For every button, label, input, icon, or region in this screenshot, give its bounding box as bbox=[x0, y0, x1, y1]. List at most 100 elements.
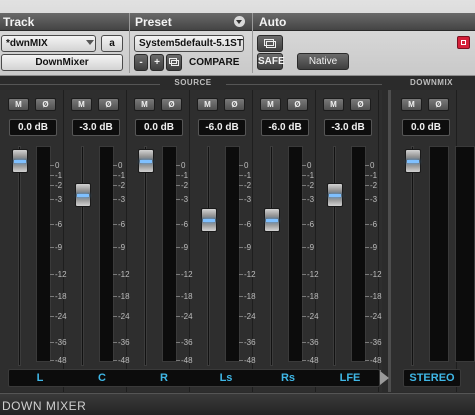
channel-strip-c: MØ-3.0 dB0-1-2-3-6-9-12-18-24-36-48-96 bbox=[65, 90, 130, 392]
scale-tick-mark bbox=[302, 247, 306, 248]
preset-next-button[interactable]: + bbox=[150, 54, 164, 71]
mute-button[interactable]: M bbox=[197, 98, 218, 111]
compare-button[interactable]: COMPARE bbox=[189, 54, 239, 71]
scale-tick-label: 0 bbox=[244, 161, 249, 170]
scale-tick-mark bbox=[239, 224, 243, 225]
header-title-bar: Track Preset Auto bbox=[0, 13, 475, 31]
gain-readout[interactable]: -6.0 dB bbox=[198, 119, 246, 136]
fader-handle[interactable] bbox=[12, 149, 28, 173]
mute-button[interactable]: M bbox=[401, 98, 422, 111]
scale-tick-mark bbox=[50, 247, 54, 248]
mute-button[interactable]: M bbox=[323, 98, 344, 111]
fader-track[interactable] bbox=[144, 146, 147, 366]
scale-tick-mark bbox=[365, 316, 369, 317]
scale-tick-mark bbox=[113, 316, 117, 317]
mute-button[interactable]: M bbox=[134, 98, 155, 111]
channel-name-r: R bbox=[160, 372, 168, 384]
fader-handle[interactable] bbox=[264, 208, 280, 232]
scale-tick-mark bbox=[50, 342, 54, 343]
gain-readout[interactable]: 0.0 dB bbox=[9, 119, 57, 136]
scale-tick-mark bbox=[50, 224, 54, 225]
preset-previous-button[interactable]: - bbox=[134, 54, 148, 71]
scale-tick-mark bbox=[302, 175, 306, 176]
fader-handle[interactable] bbox=[138, 149, 154, 173]
fader-handle[interactable] bbox=[201, 208, 217, 232]
fader-track[interactable] bbox=[18, 146, 21, 366]
scale-tick-label: -2 bbox=[307, 181, 315, 190]
phase-invert-button[interactable]: Ø bbox=[161, 98, 182, 111]
fader-track[interactable] bbox=[270, 146, 273, 366]
scale-tick-mark bbox=[239, 165, 243, 166]
phase-invert-button[interactable]: Ø bbox=[287, 98, 308, 111]
scale-tick-mark bbox=[50, 165, 54, 166]
track-name-selector[interactable]: *dwnMIX bbox=[1, 35, 96, 52]
preset-library-icon[interactable] bbox=[166, 54, 182, 71]
fader-handle[interactable] bbox=[75, 183, 91, 207]
gain-readout[interactable]: -3.0 dB bbox=[324, 119, 372, 136]
scale-tick-mark bbox=[176, 175, 180, 176]
phase-invert-button[interactable]: Ø bbox=[350, 98, 371, 111]
scale-tick-mark bbox=[239, 199, 243, 200]
fader-track[interactable] bbox=[81, 146, 84, 366]
level-meter bbox=[455, 146, 475, 362]
scale-tick-label: -1 bbox=[118, 171, 126, 180]
fader-track[interactable] bbox=[207, 146, 210, 366]
scale-tick-label: -6 bbox=[244, 220, 252, 229]
scale-tick-mark bbox=[176, 165, 180, 166]
scale-tick-label: -2 bbox=[181, 181, 189, 190]
scale-tick-mark bbox=[113, 360, 117, 361]
scale-tick-label: -36 bbox=[370, 338, 382, 347]
gain-readout[interactable]: -6.0 dB bbox=[261, 119, 309, 136]
level-meter bbox=[162, 146, 177, 362]
scale-tick-mark bbox=[365, 199, 369, 200]
scale-tick-label: -1 bbox=[55, 171, 63, 180]
channel-name-strip: L C R Ls Rs LFE bbox=[8, 369, 380, 387]
close-icon[interactable] bbox=[457, 36, 470, 49]
scale-tick-mark bbox=[176, 360, 180, 361]
scale-tick-label: -2 bbox=[55, 181, 63, 190]
scale-tick-label: -3 bbox=[55, 195, 63, 204]
scale-tick-mark bbox=[176, 224, 180, 225]
scale-tick-mark bbox=[176, 185, 180, 186]
channel-name-lfe: LFE bbox=[339, 372, 361, 384]
gain-readout[interactable]: 0.0 dB bbox=[135, 119, 183, 136]
preset-selector[interactable]: System5default-5.1ST bbox=[134, 35, 244, 52]
track-channel-selector[interactable]: a bbox=[101, 35, 123, 52]
phase-invert-button[interactable]: Ø bbox=[428, 98, 449, 111]
output-channel-name: STEREO bbox=[403, 369, 461, 387]
scale-tick-label: -48 bbox=[370, 356, 382, 365]
scale-tick-mark bbox=[302, 274, 306, 275]
scale-tick-label: -1 bbox=[370, 171, 378, 180]
gain-readout[interactable]: 0.0 dB bbox=[402, 119, 450, 136]
phase-invert-button[interactable]: Ø bbox=[224, 98, 245, 111]
mute-button[interactable]: M bbox=[71, 98, 92, 111]
phase-invert-button[interactable]: Ø bbox=[98, 98, 119, 111]
phase-invert-button[interactable]: Ø bbox=[35, 98, 56, 111]
scale-tick-label: -9 bbox=[118, 243, 126, 252]
gain-readout[interactable]: -3.0 dB bbox=[72, 119, 120, 136]
mute-button[interactable]: M bbox=[8, 98, 29, 111]
fader-handle[interactable] bbox=[405, 149, 421, 173]
scale-tick-mark bbox=[176, 274, 180, 275]
mute-button[interactable]: M bbox=[260, 98, 281, 111]
fader-track[interactable] bbox=[333, 146, 336, 366]
automation-window-icon[interactable] bbox=[257, 35, 283, 52]
safe-button[interactable]: SAFE bbox=[257, 53, 285, 70]
fader-handle[interactable] bbox=[327, 183, 343, 207]
fader-track[interactable] bbox=[411, 146, 414, 366]
scale-tick-label: -1 bbox=[244, 171, 252, 180]
level-meter bbox=[36, 146, 51, 362]
scale-tick-mark bbox=[113, 175, 117, 176]
preset-menu-icon[interactable] bbox=[234, 16, 245, 27]
scale-tick-mark bbox=[239, 274, 243, 275]
scale-tick-label: -6 bbox=[370, 220, 378, 229]
plugin-selector[interactable]: DownMixer bbox=[1, 54, 123, 71]
channel-strip-r: MØ0.0 dB0-1-2-3-6-9-12-18-24-36-48-96 bbox=[128, 90, 193, 392]
scale-tick-label: -6 bbox=[307, 220, 315, 229]
scale-tick-label: -3 bbox=[307, 195, 315, 204]
scale-tick-mark bbox=[113, 342, 117, 343]
scale-tick-mark bbox=[50, 185, 54, 186]
channel-strip-lfe: MØ-3.0 dB0-1-2-3-6-9-12-18-24-36-48-96 bbox=[317, 90, 382, 392]
scale-tick-label: -18 bbox=[370, 292, 382, 301]
scale-tick-label: 0 bbox=[118, 161, 123, 170]
